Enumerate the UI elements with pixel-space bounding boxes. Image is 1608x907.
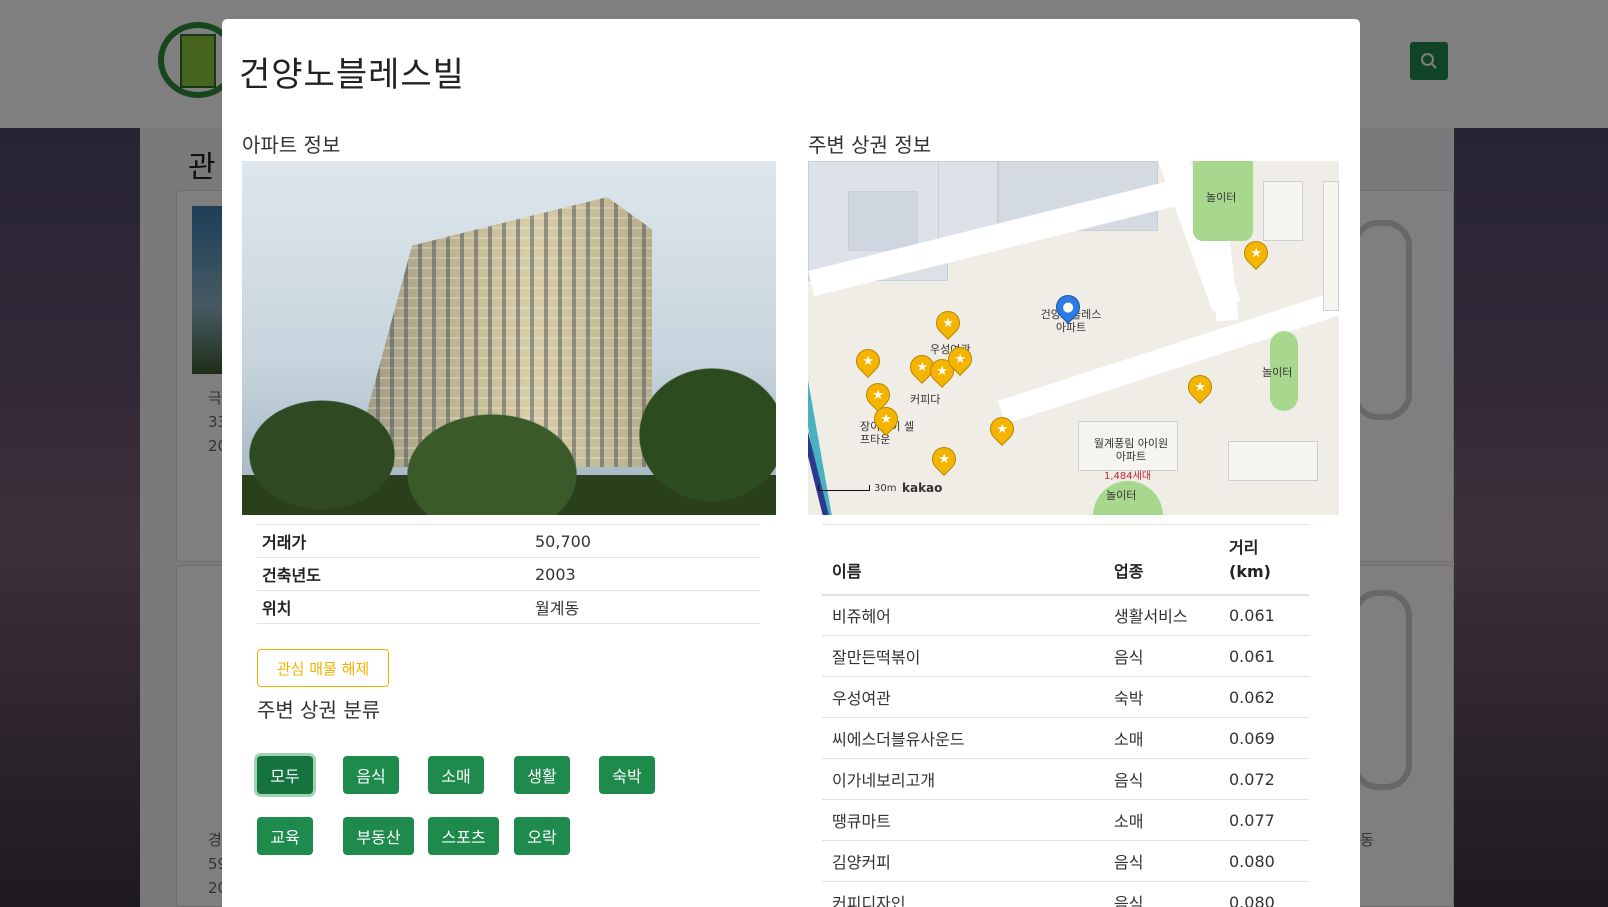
star-pin-icon: ★ bbox=[943, 342, 977, 376]
info-key: 거래가 bbox=[257, 524, 530, 558]
star-pin-icon: ★ bbox=[869, 402, 903, 436]
store-type: 소매 bbox=[1104, 799, 1219, 841]
kakao-logo: kakao bbox=[902, 481, 943, 495]
map-block bbox=[848, 191, 918, 251]
store-name: 비쥬헤어 bbox=[822, 594, 1104, 636]
store-type: 소매 bbox=[1104, 717, 1219, 759]
apt-info-title: 아파트 정보 bbox=[242, 133, 341, 157]
star-pin-icon: ★ bbox=[931, 306, 965, 340]
star-pin-icon: ★ bbox=[985, 412, 1019, 446]
map-scale-bar bbox=[818, 485, 870, 491]
info-value: 50,700 bbox=[530, 524, 760, 558]
store-name: 땡큐마트 bbox=[822, 799, 1104, 841]
map-block bbox=[1228, 441, 1318, 481]
table-row[interactable]: 커피디자인 음식 0.080 bbox=[822, 881, 1309, 907]
store-distance: 0.061 bbox=[1219, 594, 1309, 636]
store-type: 음식 bbox=[1104, 840, 1219, 882]
modal-title: 건양노블레스빌 bbox=[239, 55, 465, 95]
store-type: 숙박 bbox=[1104, 676, 1219, 718]
store-pin[interactable]: ★ bbox=[927, 442, 961, 477]
store-name: 이가네보리고개 bbox=[822, 758, 1104, 800]
table-row: 거래가 50,700 bbox=[257, 524, 760, 558]
store-name: 커피디자인 bbox=[822, 881, 1104, 907]
table-row[interactable]: 비쥬헤어 생활서비스 0.061 bbox=[822, 594, 1309, 636]
category-retail-button[interactable]: 소매 bbox=[428, 756, 484, 794]
store-distance: 0.062 bbox=[1219, 676, 1309, 718]
store-name: 씨에스더블유사운드 bbox=[822, 717, 1104, 759]
map-label: 놀이터 bbox=[1206, 191, 1237, 204]
apartment-photo bbox=[242, 161, 776, 515]
store-pin[interactable]: ★ bbox=[869, 402, 903, 437]
table-row[interactable]: 우성여관 숙박 0.062 bbox=[822, 676, 1309, 718]
store-pin[interactable]: ★ bbox=[851, 344, 885, 379]
star-pin-icon: ★ bbox=[927, 442, 961, 476]
table-row: 위치 월계동 bbox=[257, 590, 760, 624]
category-food-button[interactable]: 음식 bbox=[343, 756, 399, 794]
category-realestate-button[interactable]: 부동산 bbox=[343, 817, 414, 855]
unfavorite-button[interactable]: 관심 매물 해제 bbox=[257, 649, 389, 687]
category-education-button[interactable]: 교육 bbox=[257, 817, 313, 855]
map-label: 1,484세대 bbox=[1104, 471, 1152, 482]
store-name: 김양커피 bbox=[822, 840, 1104, 882]
location-pin-icon: ● bbox=[1051, 290, 1085, 324]
store-pin[interactable]: ★ bbox=[985, 412, 1019, 447]
store-distance: 0.080 bbox=[1219, 881, 1309, 907]
selected-apartment-pin[interactable]: ● bbox=[1051, 290, 1085, 325]
map-label: 커피다 bbox=[910, 393, 941, 406]
category-all-button[interactable]: 모두 bbox=[257, 756, 313, 794]
table-row[interactable]: 땡큐마트 소매 0.077 bbox=[822, 799, 1309, 841]
category-entertainment-button[interactable]: 오락 bbox=[514, 817, 570, 855]
store-type: 음식 bbox=[1104, 758, 1219, 800]
map-label: 월계풍림 아이원아파트 bbox=[1093, 437, 1169, 463]
table-header-row: 이름 업종 거리 (km) bbox=[822, 524, 1309, 596]
table-row[interactable]: 김양커피 음식 0.080 bbox=[822, 840, 1309, 882]
map-scale-label: 30m bbox=[874, 483, 897, 494]
table-row[interactable]: 씨에스더블유사운드 소매 0.069 bbox=[822, 717, 1309, 759]
info-key: 위치 bbox=[257, 590, 530, 624]
map-block bbox=[1263, 181, 1303, 241]
category-lodging-button[interactable]: 숙박 bbox=[599, 756, 655, 794]
store-name: 잘만든떡볶이 bbox=[822, 635, 1104, 677]
apartment-detail-modal: 건양노블레스빌 아파트 정보 주변 상권 정보 거래가 50,700 건축년도 20… bbox=[222, 19, 1360, 907]
table-row[interactable]: 이가네보리고개 음식 0.072 bbox=[822, 758, 1309, 800]
apartment-info-table: 거래가 50,700 건축년도 2003 위치 월계동 bbox=[257, 524, 760, 624]
info-key: 건축년도 bbox=[257, 557, 530, 591]
star-pin-icon: ★ bbox=[1183, 370, 1217, 404]
store-type: 생활서비스 bbox=[1104, 594, 1219, 636]
store-distance: 0.069 bbox=[1219, 717, 1309, 759]
store-map[interactable]: 놀이터 놀이터 놀이터 건양노블레스 아파트 우성여관 커피다 장이어이 셀프타… bbox=[808, 161, 1339, 515]
table-row: 건축년도 2003 bbox=[257, 557, 760, 591]
store-table-scroll[interactable]: 이름 업종 거리 (km) 비쥬헤어 생활서비스 0.061 잘만든떡볶이 음식 0.0… bbox=[822, 524, 1342, 907]
info-value: 2003 bbox=[530, 557, 760, 591]
store-name: 우성여관 bbox=[822, 676, 1104, 718]
store-type: 음식 bbox=[1104, 635, 1219, 677]
category-title: 주변 상권 분류 bbox=[257, 698, 381, 722]
star-pin-icon: ★ bbox=[851, 344, 885, 378]
store-pin[interactable]: ★ bbox=[1239, 236, 1273, 271]
trees-illustration bbox=[242, 365, 776, 515]
store-pin[interactable]: ★ bbox=[1183, 370, 1217, 405]
store-type: 음식 bbox=[1104, 881, 1219, 907]
column-header-type[interactable]: 업종 bbox=[1104, 524, 1219, 596]
store-distance: 0.080 bbox=[1219, 840, 1309, 882]
star-pin-icon: ★ bbox=[1239, 236, 1273, 270]
store-distance: 0.061 bbox=[1219, 635, 1309, 677]
map-label: 놀이터 bbox=[1106, 489, 1137, 502]
category-sports-button[interactable]: 스포츠 bbox=[428, 817, 499, 855]
store-info-title: 주변 상권 정보 bbox=[808, 133, 932, 157]
map-block bbox=[1323, 181, 1339, 311]
column-header-name[interactable]: 이름 bbox=[822, 524, 1104, 596]
store-pin[interactable]: ★ bbox=[931, 306, 965, 341]
store-distance: 0.077 bbox=[1219, 799, 1309, 841]
category-life-button[interactable]: 생활 bbox=[514, 756, 570, 794]
info-value: 월계동 bbox=[530, 590, 760, 624]
store-table: 이름 업종 거리 (km) 비쥬헤어 생활서비스 0.061 잘만든떡볶이 음식 0.0… bbox=[822, 524, 1309, 907]
table-row[interactable]: 잘만든떡볶이 음식 0.061 bbox=[822, 635, 1309, 677]
map-label: 놀이터 bbox=[1262, 366, 1293, 379]
store-distance: 0.072 bbox=[1219, 758, 1309, 800]
store-pin[interactable]: ★ bbox=[943, 342, 977, 377]
column-header-distance[interactable]: 거리 (km) bbox=[1219, 524, 1309, 596]
